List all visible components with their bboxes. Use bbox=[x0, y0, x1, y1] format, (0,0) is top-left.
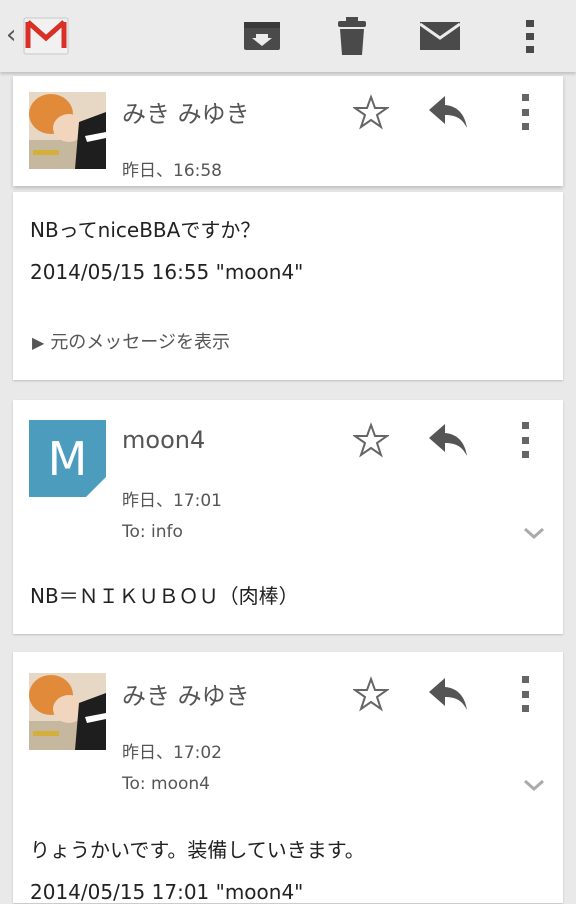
overflow-menu-icon[interactable] bbox=[508, 14, 552, 58]
sender-name: みき みゆき bbox=[122, 682, 250, 710]
avatar[interactable] bbox=[29, 92, 106, 169]
message-card-3[interactable]: みき みゆき 昨日、17:02 To: moon4 りょうかいです。装備していき… bbox=[13, 652, 563, 904]
chevron-down-icon[interactable] bbox=[523, 525, 545, 540]
trash-icon[interactable] bbox=[330, 14, 374, 58]
show-original-link[interactable]: ▶ 元のメッセージを表示 bbox=[32, 328, 230, 354]
star-icon[interactable] bbox=[351, 676, 391, 712]
message-body: りょうかいです。装備していきます。 bbox=[30, 838, 365, 862]
message-menu-icon[interactable] bbox=[517, 676, 533, 712]
message-menu-icon[interactable] bbox=[517, 94, 533, 130]
action-bar: ‹ bbox=[0, 0, 576, 72]
message-body: NBってniceBBAですか？ bbox=[30, 218, 261, 242]
quoted-header: 2014/05/15 16:55 "moon4" bbox=[30, 260, 304, 284]
expand-triangle-icon: ▶ bbox=[32, 333, 45, 352]
message-body-card-1: NBってniceBBAですか？ 2014/05/15 16:55 "moon4"… bbox=[13, 192, 563, 380]
message-date: 昨日、17:01 bbox=[122, 491, 222, 511]
message-header-1[interactable]: みき みゆき 昨日、16:58 bbox=[13, 76, 563, 186]
recipient-line[interactable]: To: info bbox=[122, 522, 183, 542]
message-date: 昨日、16:58 bbox=[122, 161, 222, 181]
chevron-down-icon[interactable] bbox=[523, 777, 545, 792]
avatar[interactable] bbox=[29, 673, 106, 750]
avatar[interactable]: M bbox=[29, 420, 106, 497]
reply-icon[interactable] bbox=[427, 94, 469, 130]
quoted-header: 2014/05/15 17:01 "moon4" bbox=[30, 880, 304, 904]
recipient-line[interactable]: To: moon4 bbox=[122, 774, 210, 794]
sender-name: みき みゆき bbox=[122, 100, 250, 128]
mark-unread-icon[interactable] bbox=[418, 14, 462, 58]
gmail-app-icon[interactable] bbox=[22, 12, 70, 58]
back-chevron-icon[interactable]: ‹ bbox=[6, 20, 16, 50]
show-original-label: 元のメッセージを表示 bbox=[50, 332, 230, 353]
star-icon[interactable] bbox=[351, 94, 391, 130]
sender-name: moon4 bbox=[122, 426, 206, 454]
archive-icon[interactable] bbox=[240, 14, 284, 58]
message-card-2[interactable]: M moon4 昨日、17:01 To: info NB＝ＮＩＫＵＢＯＵ（肉棒） bbox=[13, 400, 563, 634]
reply-icon[interactable] bbox=[427, 422, 469, 458]
reply-icon[interactable] bbox=[427, 676, 469, 712]
star-icon[interactable] bbox=[351, 422, 391, 458]
message-date: 昨日、17:02 bbox=[122, 743, 222, 763]
message-body: NB＝ＮＩＫＵＢＯＵ（肉棒） bbox=[30, 584, 299, 608]
message-menu-icon[interactable] bbox=[517, 422, 533, 458]
